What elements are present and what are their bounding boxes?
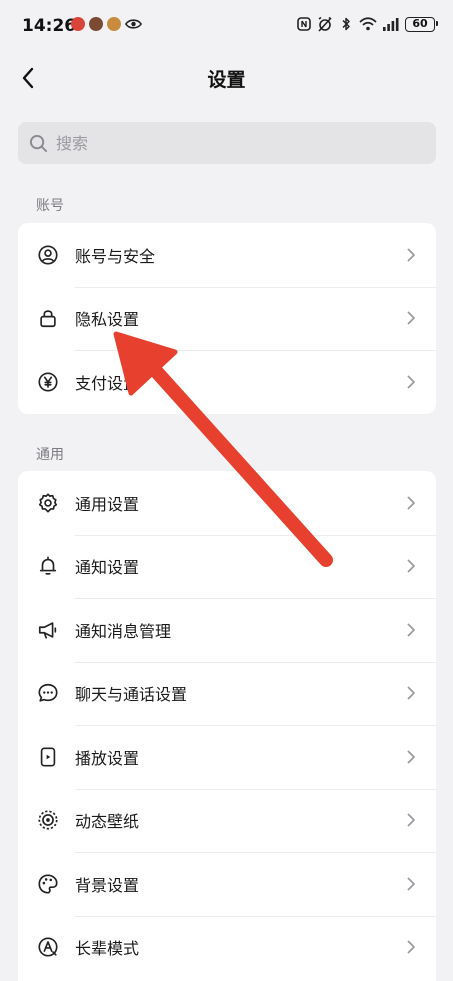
- chevron-right-icon: [407, 877, 415, 891]
- user-circle-icon: [38, 245, 58, 265]
- settings-item-playback[interactable]: 播放设置: [18, 725, 436, 789]
- settings-item-background[interactable]: 背景设置: [18, 852, 436, 916]
- chevron-right-icon: [407, 813, 415, 827]
- status-bar: 14:26 60: [0, 0, 453, 50]
- settings-item-label: 通知设置: [75, 558, 140, 578]
- status-notification-icons: [71, 17, 142, 31]
- section-label-general: 通用: [36, 447, 64, 463]
- app-notification-icon: [107, 17, 121, 31]
- settings-item-elder-mode[interactable]: 长辈模式: [18, 915, 436, 980]
- settings-item-label: 播放设置: [75, 748, 140, 768]
- general-settings-card: 通用设置 通知设置 通知消息管理 聊天与通话设置 播放设置 动态壁纸 背景设置 …: [18, 471, 436, 981]
- nav-header: 设置: [0, 50, 453, 106]
- palette-icon: [38, 874, 58, 894]
- battery-indicator: 60: [405, 16, 438, 32]
- section-label-account: 账号: [36, 198, 64, 214]
- chevron-right-icon: [407, 248, 415, 262]
- settings-item-label: 通用设置: [75, 494, 140, 514]
- settings-item-label: 支付设置: [75, 373, 140, 393]
- settings-item-label: 通知消息管理: [75, 621, 172, 641]
- signal-icon: [383, 18, 399, 31]
- status-time: 14:26: [22, 16, 77, 36]
- search-bar[interactable]: [18, 122, 436, 164]
- bell-icon: [39, 556, 57, 575]
- chevron-right-icon: [407, 623, 415, 637]
- settings-item-account-security[interactable]: 账号与安全: [18, 223, 436, 287]
- chevron-right-icon: [407, 375, 415, 389]
- settings-item-label: 隐私设置: [75, 310, 140, 330]
- status-system-icons: 60: [296, 16, 438, 32]
- chevron-right-icon: [407, 940, 415, 954]
- chevron-right-icon: [407, 496, 415, 510]
- settings-item-label: 长辈模式: [75, 939, 140, 959]
- megaphone-icon: [38, 622, 57, 639]
- settings-item-label: 动态壁纸: [75, 812, 140, 832]
- settings-item-label: 聊天与通话设置: [75, 685, 188, 705]
- settings-item-privacy[interactable]: 隐私设置: [18, 286, 436, 351]
- search-input[interactable]: [56, 133, 396, 153]
- app-notification-icon: [89, 17, 103, 31]
- settings-item-notifications[interactable]: 通知设置: [18, 534, 436, 599]
- live-wallpaper-icon: [38, 810, 58, 830]
- lock-icon: [40, 310, 56, 328]
- page-title: 设置: [207, 69, 246, 91]
- play-device-icon: [40, 747, 56, 767]
- eye-icon: [125, 19, 142, 29]
- settings-item-chat-call[interactable]: 聊天与通话设置: [18, 661, 436, 726]
- chat-bubble-icon: [38, 684, 58, 702]
- settings-item-label: 账号与安全: [75, 246, 156, 266]
- settings-item-general[interactable]: 通用设置: [18, 471, 436, 535]
- elder-mode-icon: [38, 937, 58, 957]
- yen-icon: [38, 372, 58, 392]
- account-settings-card: 账号与安全 隐私设置 支付设置: [18, 223, 436, 414]
- chevron-right-icon: [407, 750, 415, 764]
- alarm-off-icon: [318, 16, 332, 32]
- settings-item-notification-messages[interactable]: 通知消息管理: [18, 598, 436, 662]
- settings-screen: 14:26 60 设置 搜索 账号 账号与安全 隐私设置 支付设置 通用 通用设…: [0, 0, 453, 981]
- gear-icon: [38, 493, 58, 513]
- chevron-right-icon: [407, 311, 415, 325]
- settings-item-payment[interactable]: 支付设置: [18, 350, 436, 414]
- chevron-right-icon: [407, 686, 415, 700]
- settings-item-label: 背景设置: [75, 875, 140, 895]
- app-notification-icon: [71, 17, 85, 31]
- settings-item-live-wallpaper[interactable]: 动态壁纸: [18, 788, 436, 853]
- nfc-icon: [297, 17, 311, 31]
- wifi-icon: [359, 17, 377, 31]
- bluetooth-icon: [342, 17, 350, 31]
- search-icon: [29, 134, 48, 152]
- chevron-right-icon: [407, 559, 415, 573]
